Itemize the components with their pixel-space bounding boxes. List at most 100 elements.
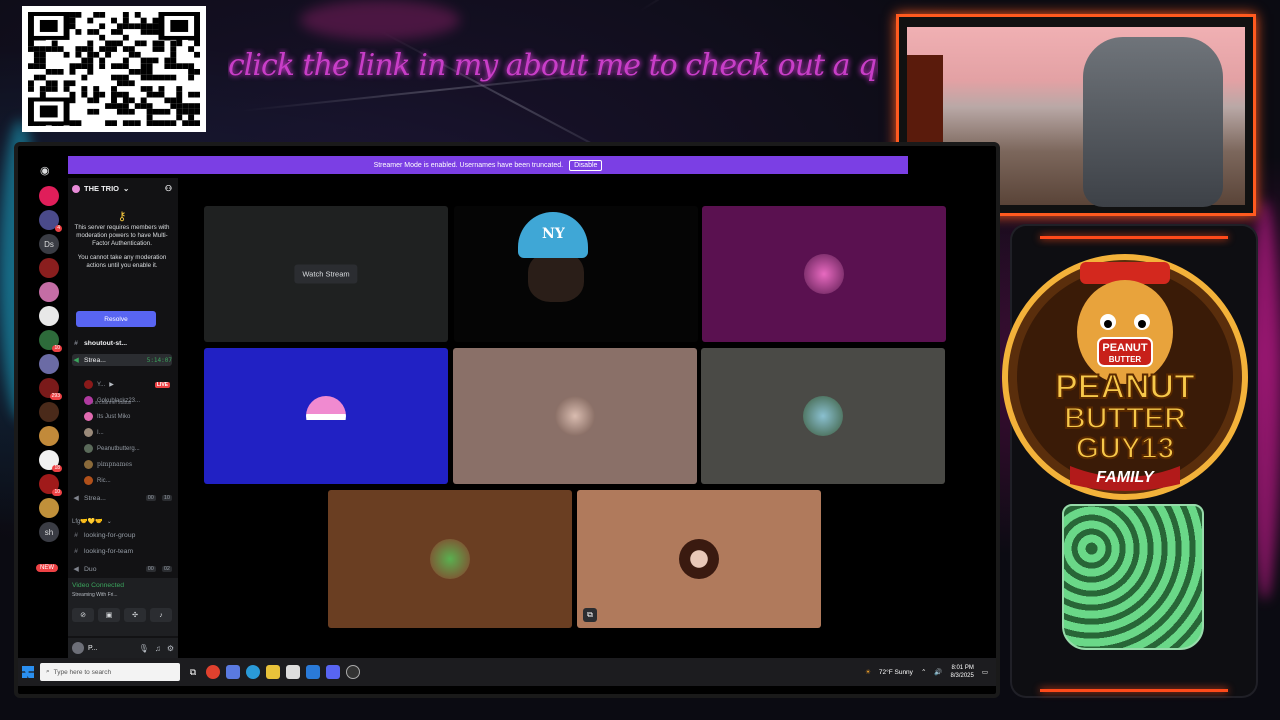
server-badge: 293 <box>49 393 62 400</box>
server-avatar <box>72 184 80 193</box>
user-controls: 🎙 ♫ ⚙ <box>139 644 174 653</box>
username: P... <box>88 644 98 652</box>
channel-shoutout[interactable]: # shoutout-st... <box>72 340 172 347</box>
avatar[interactable] <box>72 642 84 654</box>
add-member-icon[interactable]: ⚇ <box>165 184 172 193</box>
voice-member[interactable]: Y... ▶ LIVE <box>84 380 170 389</box>
server-icon[interactable] <box>39 306 59 326</box>
peanut-butter-guy-logo: PEANUT BUTTER PEANUT BUTTER GUY13 FAMILY <box>1000 252 1250 502</box>
stream-timer: 5:14:07 <box>146 356 172 364</box>
server-icon[interactable] <box>39 402 59 422</box>
user-tile[interactable] <box>204 348 448 484</box>
activities-icon[interactable]: ✣ <box>124 608 146 622</box>
voice-member[interactable]: Peanutbutterg... <box>84 444 170 453</box>
headphones-icon[interactable]: ♫ <box>155 644 161 653</box>
avatar <box>803 396 843 436</box>
avatar <box>804 254 844 294</box>
stage-video-grid: Watch Stream NY ⧉ <box>204 206 950 628</box>
monitor-screen: Streamer Mode is enabled. Usernames have… <box>14 142 1000 698</box>
channel-looking-for-group[interactable]: # looking-for-group <box>72 532 172 539</box>
channel-stream-2[interactable]: ◀ Strea... 00 10 <box>72 494 172 502</box>
weather-icon: ☀ <box>865 669 871 676</box>
voice-member[interactable]: Ric... <box>84 476 170 485</box>
clock[interactable]: 8:01 PM 8/3/2025 <box>950 664 973 680</box>
file-explorer-icon[interactable] <box>266 665 280 679</box>
server-icon[interactable]: 10 <box>39 330 62 352</box>
pip-icon[interactable]: ⧉ <box>583 608 597 622</box>
task-view-icon[interactable]: ⧉ <box>186 665 200 679</box>
mic-icon[interactable]: 🎙 <box>139 644 149 653</box>
obs-icon[interactable] <box>346 665 360 679</box>
mail-icon[interactable] <box>306 665 320 679</box>
copilot-icon[interactable] <box>226 665 240 679</box>
member-name: Y... <box>97 381 106 388</box>
ny-cap: NY <box>518 212 588 258</box>
user-tile[interactable] <box>702 206 946 342</box>
server-icon[interactable] <box>39 498 59 518</box>
time: 8:01 PM <box>951 665 974 671</box>
screen-share-icon[interactable]: ▣ <box>98 608 120 622</box>
channel-duo[interactable]: ◀ Duo 00 02 <box>72 565 172 573</box>
channel-label: Duo <box>84 565 97 573</box>
windows-start-icon[interactable] <box>22 666 34 678</box>
user-tile[interactable] <box>701 348 945 484</box>
mfa-notice: ⚷ This server requires members with mode… <box>72 210 172 276</box>
server-header[interactable]: THE TRIO ⌄ ⚇ <box>72 184 172 193</box>
resolve-button[interactable]: Resolve <box>76 311 156 327</box>
server-icon[interactable] <box>39 258 59 278</box>
server-icon-sh[interactable]: sh <box>39 522 59 542</box>
edge-icon[interactable] <box>246 665 260 679</box>
qr-code <box>22 6 206 132</box>
channel-stream-active[interactable]: ◀ Strea... 5:14:07 <box>72 354 172 366</box>
chevron-up-icon[interactable]: ⌃ <box>921 668 926 676</box>
chrome-icon[interactable] <box>206 665 220 679</box>
server-icon[interactable]: 293 <box>39 378 62 400</box>
server-icon[interactable]: 4 <box>39 210 62 232</box>
server-icon[interactable] <box>39 282 59 302</box>
search-icon: ⌕ <box>46 668 50 675</box>
discord-taskbar-icon[interactable] <box>326 665 340 679</box>
server-icon[interactable] <box>39 426 59 446</box>
avatar <box>306 396 346 436</box>
volume-icon[interactable]: 🔊 <box>934 668 942 676</box>
speaker-icon: ◀ <box>73 495 79 502</box>
watch-stream-button[interactable]: Watch Stream <box>294 264 358 284</box>
server-icon[interactable]: 10 <box>39 474 62 496</box>
server-icon[interactable] <box>39 354 59 374</box>
server-badge: 4 <box>55 225 62 232</box>
user-tile[interactable] <box>328 490 572 628</box>
gear-icon[interactable]: ⚙ <box>167 644 174 653</box>
member-name: Peanutbutterg... <box>97 445 140 452</box>
server-badge: 10 <box>52 489 62 496</box>
voice-member[interactable]: pimpnames <box>84 460 170 469</box>
user-count: 00 <box>145 495 156 501</box>
camera-off-icon[interactable]: ⊘ <box>72 608 94 622</box>
voice-member[interactable]: Its Just Miko <box>84 412 170 421</box>
live-badge: LIVE <box>154 381 170 388</box>
disable-streamer-mode-button[interactable]: Disable <box>569 159 603 171</box>
user-limit: 10 <box>161 495 172 501</box>
weather[interactable]: 72°F Sunny <box>879 669 913 676</box>
streamer-mode-text: Streamer Mode is enabled. Usernames have… <box>373 161 564 169</box>
channel-looking-for-team[interactable]: # looking-for-team <box>72 548 172 555</box>
notification-icon[interactable]: ▭ <box>982 668 988 676</box>
voice-member[interactable]: Gokublackz23... <box>84 396 170 405</box>
soundboard-icon[interactable]: ♪ <box>150 608 172 622</box>
discord-home-icon[interactable]: ◉ <box>40 164 50 177</box>
user-tile[interactable]: ⧉ <box>577 490 821 628</box>
server-badge: 18 <box>52 465 62 472</box>
voice-status[interactable]: Video Connected <box>72 582 124 589</box>
user-tile[interactable] <box>453 348 697 484</box>
server-icon-ds[interactable]: Ds <box>39 234 59 254</box>
store-icon[interactable] <box>286 665 300 679</box>
server-icon[interactable] <box>39 186 59 206</box>
server-icon[interactable]: 18 <box>39 450 62 472</box>
logo-line1: PEANUT <box>1055 368 1195 406</box>
voice-substatus: Streaming With Fri... <box>72 592 118 598</box>
voice-member[interactable]: I... <box>84 428 170 437</box>
stream-tile[interactable]: Watch Stream <box>204 206 448 342</box>
taskbar-search[interactable]: ⌕ Type here to search <box>40 663 180 681</box>
category-lfg[interactable]: Lfg🤝💛🤝 ⌄ <box>72 518 172 525</box>
voice-connection-panel: Video Connected Streaming With Fri... ⊘ … <box>68 578 178 636</box>
camera-tile[interactable]: NY <box>454 206 698 342</box>
